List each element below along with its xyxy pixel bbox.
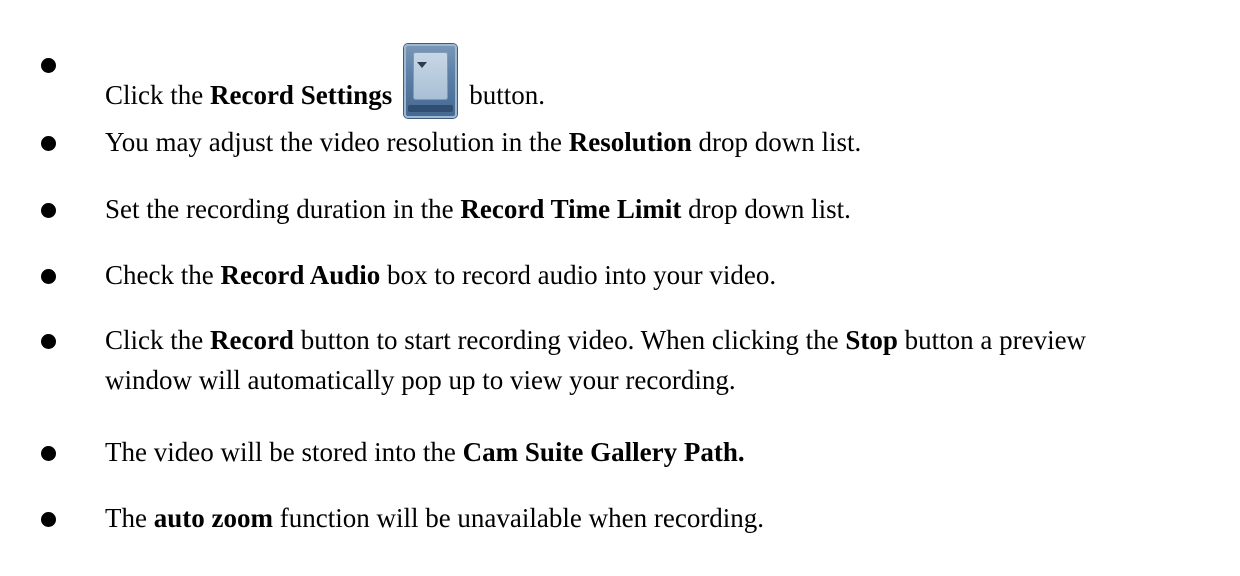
button-face bbox=[413, 52, 449, 100]
item-text: drop down list. bbox=[691, 127, 862, 157]
list-item: Click the Record button to start recordi… bbox=[41, 320, 1220, 400]
bullet-icon bbox=[41, 58, 56, 73]
dropdown-arrow-icon bbox=[417, 62, 428, 68]
list-item: Click the Record Settings button. bbox=[41, 44, 1220, 118]
item-bold-term: Record Audio bbox=[220, 260, 381, 290]
item-text: button a preview bbox=[897, 325, 1087, 355]
list-item: Set the recording duration in the Record… bbox=[41, 189, 1220, 229]
item-text: Check the bbox=[105, 260, 221, 290]
item-bold-term: Record bbox=[209, 325, 294, 355]
item-text: The bbox=[105, 503, 154, 533]
item-text: Set the recording duration in the bbox=[105, 194, 461, 224]
list-item: Check the Record Audio box to record aud… bbox=[41, 255, 1220, 295]
item-bold-term: Resolution bbox=[568, 127, 692, 157]
item-bold-term: Stop bbox=[845, 325, 898, 355]
item-bold-term: auto zoom bbox=[153, 503, 273, 533]
item-bold-term: Cam Suite Gallery Path. bbox=[462, 437, 745, 467]
item-text: button to start recording video. When cl… bbox=[293, 325, 846, 355]
bullet-icon bbox=[41, 269, 56, 284]
item-text: The video will be stored into the bbox=[105, 437, 463, 467]
item-text: button. bbox=[469, 80, 545, 110]
list-item: The video will be stored into the Cam Su… bbox=[41, 432, 1220, 472]
item-bold-term: Record Time Limit bbox=[460, 194, 682, 224]
bullet-icon bbox=[41, 512, 56, 527]
record-settings-button-icon bbox=[404, 44, 458, 118]
bullet-icon bbox=[41, 136, 56, 151]
item-text: You may adjust the video resolution in t… bbox=[105, 127, 569, 157]
list-item: The auto zoom function will be unavailab… bbox=[41, 498, 1220, 538]
item-text-continued: window will automatically pop up to view… bbox=[105, 365, 736, 395]
button-base bbox=[408, 105, 454, 112]
item-text: Click the bbox=[105, 80, 210, 110]
bullet-icon bbox=[41, 446, 56, 461]
item-text: box to record audio into your video. bbox=[380, 260, 777, 290]
item-text: drop down list. bbox=[681, 194, 851, 224]
item-text: function will be unavailable when record… bbox=[272, 503, 765, 533]
list-item: You may adjust the video resolution in t… bbox=[41, 122, 1220, 162]
item-text: Click the bbox=[105, 325, 210, 355]
bullet-icon bbox=[41, 203, 56, 218]
instruction-list: Click the Record Settings button. You may… bbox=[0, 0, 1240, 576]
item-bold-term: Record Settings bbox=[209, 80, 393, 110]
bullet-icon bbox=[41, 334, 56, 349]
